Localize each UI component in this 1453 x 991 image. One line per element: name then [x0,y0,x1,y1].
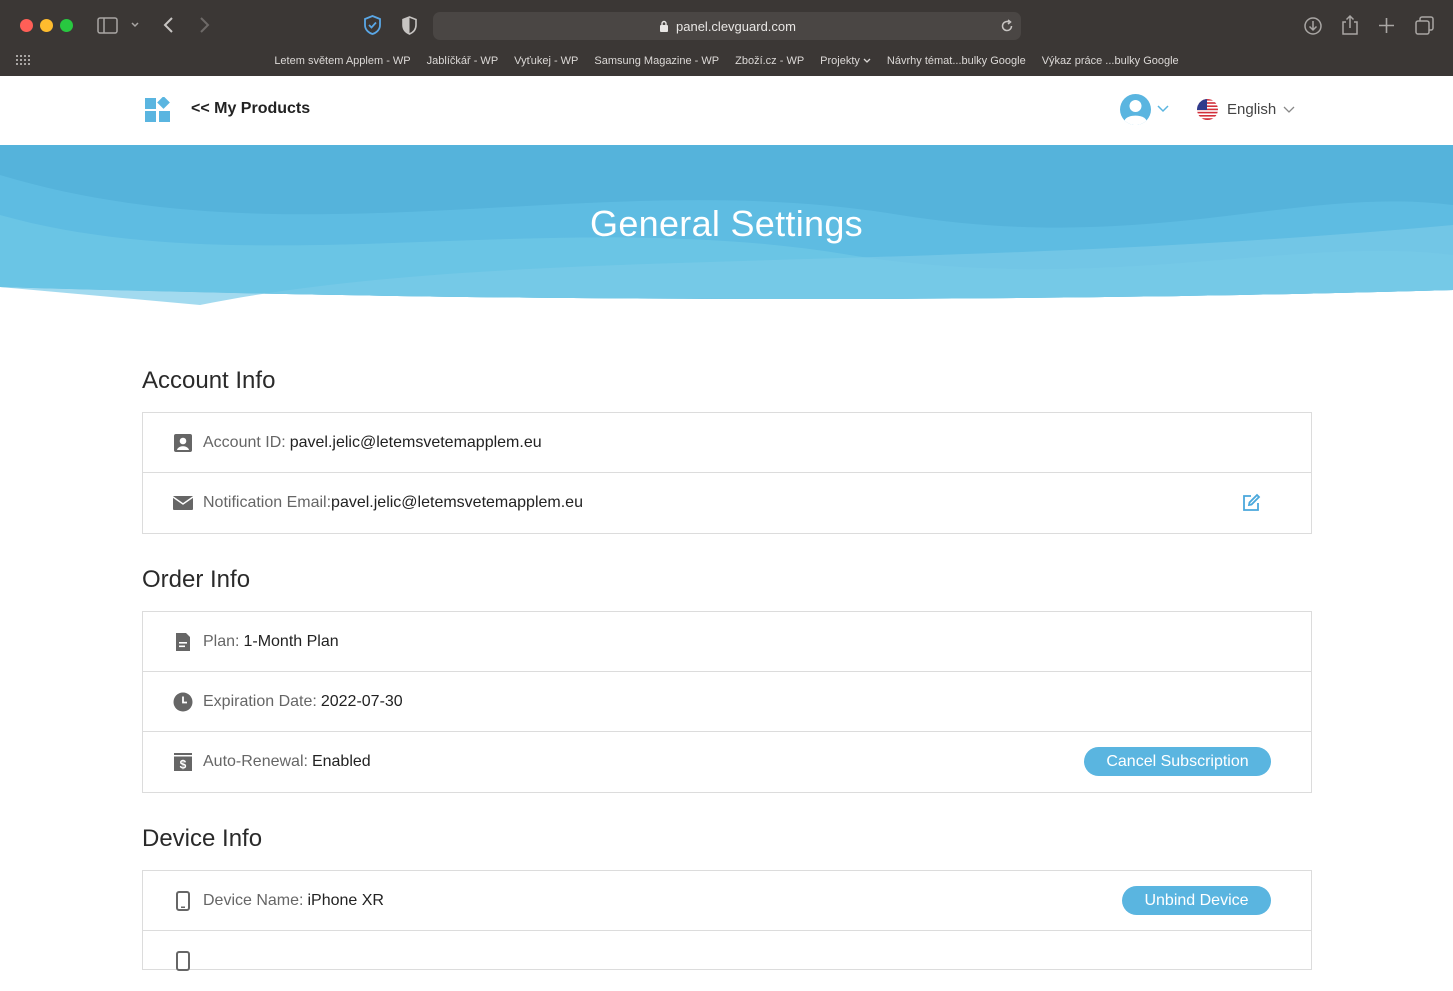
lock-icon [660,20,669,32]
page-title: General Settings [590,203,863,244]
bookmark-folder-projekty[interactable]: Projekty [812,55,879,67]
plan-value: 1-Month Plan [243,632,339,650]
zoom-window-button[interactable] [60,19,73,32]
sidebar-toggle-icon[interactable] [97,17,118,34]
envelope-icon [173,493,193,513]
my-products-link[interactable]: << My Products [191,100,310,118]
new-tab-plus-icon[interactable] [1378,17,1395,34]
device-name-label: Device Name: [203,891,304,909]
bookmark-item[interactable]: Návrhy témat...bulky Google [879,55,1034,67]
device-info-card: Device Name: iPhone XR Unbind Device [142,870,1312,971]
language-selector[interactable]: English [1227,101,1276,118]
account-info-card: Account ID: pavel.jelic@letemsvetemapple… [142,412,1312,534]
browser-chrome: panel.clevguard.com Letem světem Applem … [0,0,1453,76]
bookmark-item[interactable]: Výkaz práce ...bulky Google [1034,55,1187,67]
edit-icon[interactable] [1241,493,1261,513]
expiration-date-label: Expiration Date: [203,692,317,710]
expiration-date-value: 2022-07-30 [320,692,403,710]
device-icon [173,951,193,971]
shield-check-icon[interactable] [362,14,383,36]
chevron-down-icon[interactable] [1157,105,1169,113]
order-info-title: Order Info [142,566,251,593]
bookmark-item[interactable]: Letem světem Applem - WP [266,55,418,67]
device-name-row: Device Name: iPhone XR Unbind Device [143,871,1311,931]
phone-icon [173,890,193,911]
url-text: panel.clevguard.com [676,18,796,34]
expiration-date-row: Expiration Date: 2022-07-30 [143,672,1311,732]
account-id-row: Account ID: pavel.jelic@letemsvetemapple… [143,413,1311,473]
auto-renewal-value: Enabled [311,753,371,770]
unbind-device-button[interactable]: Unbind Device [1122,886,1271,915]
notification-email-label: Notification Email: [203,494,332,511]
account-id-label: Account ID: [203,433,286,451]
clock-icon [173,692,193,712]
dollar-bill-icon: $ [173,752,193,772]
device-info-title: Device Info [142,825,263,852]
download-icon[interactable] [1303,16,1323,36]
cancel-subscription-button[interactable]: Cancel Subscription [1084,747,1271,776]
device-info-row [143,931,1311,991]
reload-icon[interactable] [999,18,1015,34]
account-info-title: Account Info [142,367,276,394]
forward-arrow-icon[interactable] [196,16,212,34]
user-card-icon [173,433,193,453]
minimize-window-button[interactable] [40,19,53,32]
clevguard-logo-icon[interactable] [145,97,170,122]
tab-overview-icon[interactable] [1415,16,1434,35]
order-info-card: Plan: 1-Month Plan Expiration Date: 2022… [142,611,1312,793]
plan-label: Plan: [203,632,240,650]
chevron-down-icon[interactable] [130,20,140,30]
close-window-button[interactable] [20,19,33,32]
back-arrow-icon[interactable] [161,16,177,34]
address-bar[interactable]: panel.clevguard.com [433,12,1021,40]
bookmark-item[interactable]: Vyťukej - WP [506,55,586,67]
auto-renewal-label: Auto-Renewal: [203,753,308,770]
chevron-down-icon[interactable] [1283,106,1295,114]
notification-email-value: pavel.jelic@letemsvetemapplem.eu [331,494,583,511]
svg-text:$: $ [180,758,187,772]
bookmarks-bar: Letem světem Applem - WP Jablíčkář - WP … [0,50,1453,72]
bookmark-folder-label: Projekty [820,55,860,67]
auto-renewal-row: $ Auto-Renewal: Enabled Cancel Subscript… [143,732,1311,792]
user-avatar-icon[interactable] [1120,94,1151,125]
plan-row: Plan: 1-Month Plan [143,612,1311,672]
bookmark-item[interactable]: Zboží.cz - WP [727,55,812,67]
us-flag-icon [1197,99,1218,120]
bookmark-item[interactable]: Jablíčkář - WP [419,55,507,67]
chevron-down-icon [863,58,871,63]
device-name-value: iPhone XR [307,891,384,909]
document-icon [173,632,193,652]
account-id-value: pavel.jelic@letemsvetemapplem.eu [289,433,542,451]
share-icon[interactable] [1341,14,1359,36]
bookmark-item[interactable]: Samsung Magazine - WP [586,55,727,67]
notification-email-row: Notification Email: pavel.jelic@letemsve… [143,473,1311,533]
privacy-shield-icon[interactable] [401,16,418,35]
